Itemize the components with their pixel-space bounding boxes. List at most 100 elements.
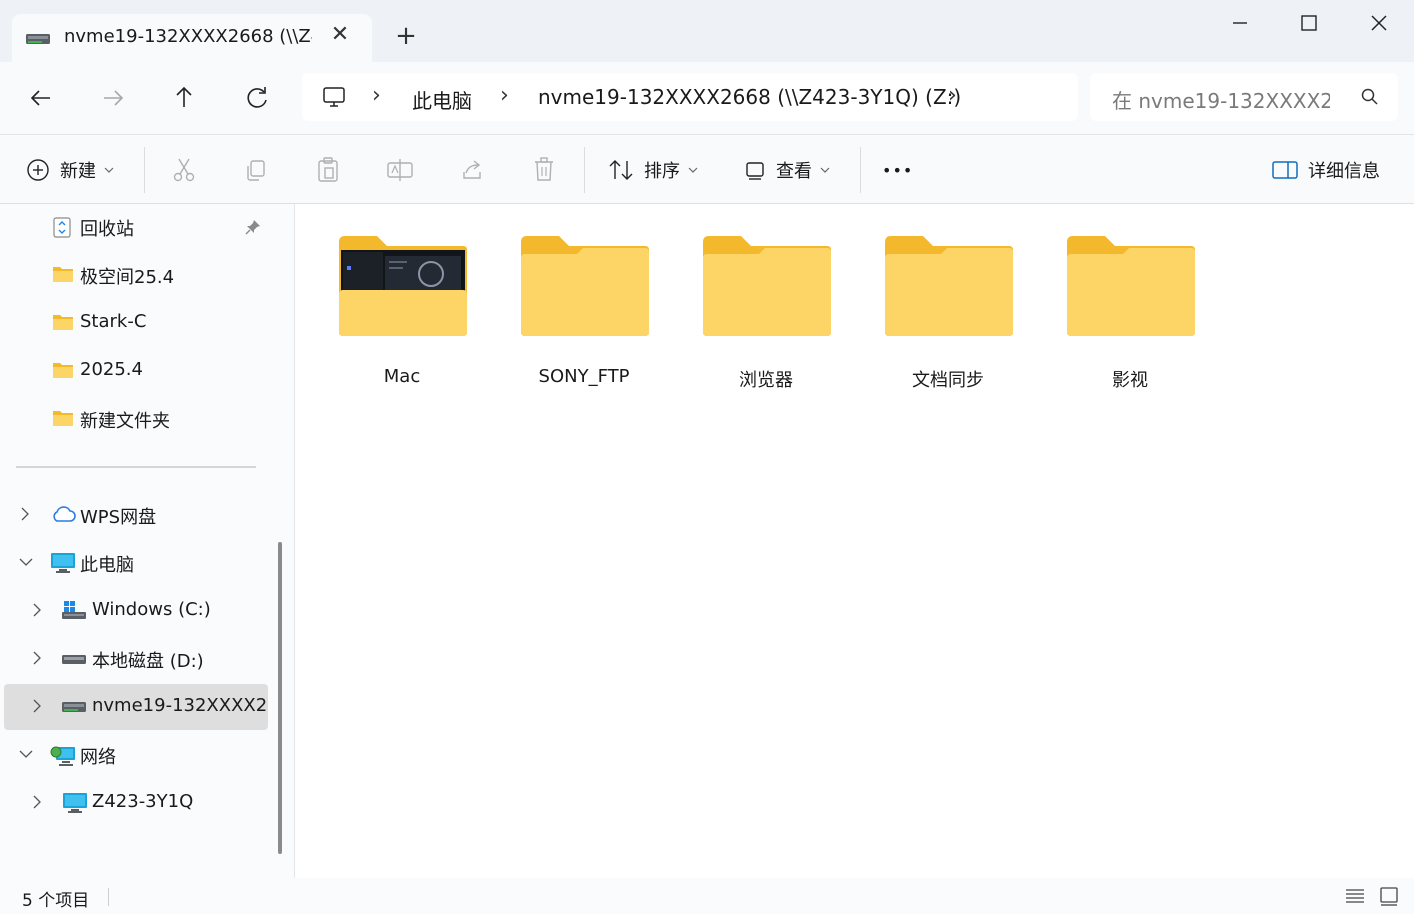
folder-item[interactable]: 影视: [1055, 234, 1205, 414]
view-button[interactable]: 查看: [744, 135, 830, 205]
address-bar[interactable]: › 此电脑 › nvme19-132XXXX2668 (\\Z423-3Y1Q)…: [302, 73, 1078, 121]
up-button[interactable]: [165, 80, 203, 116]
back-arrow-icon: [30, 90, 50, 106]
folder-icon: [521, 236, 649, 336]
view-label: 查看: [776, 161, 812, 182]
computer-icon: [50, 552, 76, 578]
command-bar: 新建 排序 查看 ••• 详细信息: [0, 134, 1414, 204]
chevron-right-icon[interactable]: [30, 794, 44, 814]
sidebar-item-label: 此电脑: [80, 555, 134, 576]
pin-icon[interactable]: [244, 218, 262, 240]
chevron-down-icon[interactable]: [18, 554, 34, 573]
title-bar: nvme19-132XXXX2668 (\\Z423-3Y1Q) (Z:) ✕ …: [0, 0, 1414, 62]
details-label: 详细信息: [1308, 161, 1380, 182]
sidebar-item-folder[interactable]: 新建文件夹: [0, 396, 268, 442]
breadcrumb-chevron-icon[interactable]: ›: [948, 83, 957, 108]
folder-name: SONY_FTP: [538, 366, 630, 387]
cut-button[interactable]: [172, 135, 196, 205]
search-input[interactable]: 在 nvme19-132XXXX2668 (\\Z423-3Y1Q) (Z:) …: [1112, 85, 1330, 114]
tile-view-icon: [1380, 887, 1398, 906]
sidebar-item-folder[interactable]: 极空间25.4: [0, 252, 268, 298]
back-button[interactable]: [22, 80, 60, 116]
copy-button[interactable]: [244, 135, 268, 205]
folder-item[interactable]: Mac: [327, 234, 477, 414]
sidebar-item-folder[interactable]: Stark-C: [0, 300, 268, 346]
breadcrumb-this-pc[interactable]: 此电脑: [412, 85, 472, 114]
folder-icon: [52, 264, 74, 288]
folder-item[interactable]: 文档同步: [873, 234, 1023, 414]
trash-icon: [535, 157, 553, 181]
sidebar-item-drive-c[interactable]: Windows (C:): [0, 588, 268, 634]
sidebar-scrollbar[interactable]: [278, 542, 282, 854]
breadcrumb-chevron-icon[interactable]: ›: [372, 83, 381, 108]
close-tab-icon[interactable]: ✕: [326, 22, 354, 50]
folder-icon: [339, 236, 467, 336]
close-window-button[interactable]: [1356, 6, 1402, 40]
details-pane-button[interactable]: 详细信息: [1272, 135, 1380, 205]
new-button[interactable]: 新建: [26, 135, 114, 205]
breadcrumb-chevron-icon[interactable]: ›: [500, 83, 509, 108]
folder-icon: [52, 312, 74, 336]
new-label: 新建: [60, 161, 96, 182]
chevron-right-icon[interactable]: [18, 506, 32, 526]
folder-item[interactable]: SONY_FTP: [509, 234, 659, 414]
sidebar-item-label: Stark-C: [80, 311, 147, 332]
sidebar-item-folder[interactable]: 2025.4: [0, 348, 268, 394]
refresh-button[interactable]: [238, 80, 276, 116]
delete-button[interactable]: [532, 135, 556, 205]
toolbar-divider: [860, 147, 861, 193]
sidebar-item-drive-d[interactable]: 本地磁盘 (D:): [0, 636, 268, 682]
large-icons-view-button[interactable]: [1378, 886, 1400, 910]
chevron-down-icon: [104, 167, 114, 173]
view-icon: [746, 162, 764, 180]
sidebar-item-label: WPS网盘: [80, 507, 157, 528]
status-bar: 5 个项目: [0, 878, 1414, 914]
sidebar-item-network[interactable]: 网络: [0, 732, 268, 778]
network-drive-icon: [62, 696, 86, 720]
folder-icon: [885, 236, 1013, 336]
sidebar-item-z423[interactable]: Z423-3Y1Q: [0, 780, 268, 826]
search-box[interactable]: 在 nvme19-132XXXX2668 (\\Z423-3Y1Q) (Z:) …: [1090, 73, 1398, 121]
sidebar-item-network-drive[interactable]: nvme19-132XXXX2668 (\\Z423-3Y1Q) (Z:): [4, 684, 268, 730]
chevron-right-icon[interactable]: [30, 650, 44, 670]
folder-name: 文档同步: [912, 370, 984, 391]
details-pane-icon: [1272, 161, 1298, 179]
sort-button[interactable]: 排序: [608, 135, 698, 205]
more-icon: •••: [882, 160, 914, 180]
forward-button[interactable]: [94, 80, 132, 116]
rename-button[interactable]: [387, 135, 413, 205]
search-icon[interactable]: [1360, 87, 1380, 111]
folder-icon: [1067, 236, 1195, 336]
paste-button[interactable]: [316, 135, 340, 205]
chevron-right-icon[interactable]: [30, 698, 44, 718]
sidebar-item-this-pc[interactable]: 此电脑: [0, 540, 268, 586]
folder-icon: [52, 408, 74, 432]
cloud-icon: [50, 504, 76, 528]
new-tab-button[interactable]: +: [392, 22, 420, 50]
share-button[interactable]: [460, 135, 484, 205]
rename-icon: [387, 159, 413, 181]
more-options-button[interactable]: •••: [882, 135, 913, 205]
navigation-pane: 回收站 极空间25.4 Stark-C 2025.4 新建文件夹 WPS网盘 此…: [0, 204, 294, 878]
folder-item[interactable]: 浏览器: [691, 234, 841, 414]
maximize-button[interactable]: [1286, 6, 1332, 40]
folder-icon: [52, 360, 74, 384]
details-view-button[interactable]: [1344, 886, 1366, 910]
folder-name: Mac: [383, 366, 421, 387]
chevron-down-icon: [688, 167, 698, 173]
chevron-right-icon[interactable]: [30, 602, 44, 622]
breadcrumb-current-drive[interactable]: nvme19-132XXXX2668 (\\Z423-3Y1Q) (Z:): [538, 85, 961, 109]
minimize-button[interactable]: [1216, 6, 1262, 40]
clipboard-icon: [318, 157, 338, 182]
windows-drive-icon: [62, 600, 86, 624]
sidebar-item-wps-cloud[interactable]: WPS网盘: [0, 492, 268, 538]
tab-current[interactable]: nvme19-132XXXX2668 (\\Z423-3Y1Q) (Z:) ✕: [12, 14, 372, 62]
computer-icon[interactable]: [322, 85, 346, 113]
up-arrow-icon: [176, 86, 192, 107]
file-list: Mac SONY_FTP 浏览器 文档同步 影视: [294, 204, 1414, 878]
sidebar-item-recycle-bin[interactable]: 回收站: [0, 204, 268, 250]
chevron-down-icon[interactable]: [18, 746, 34, 765]
navigation-bar: › 此电脑 › nvme19-132XXXX2668 (\\Z423-3Y1Q)…: [0, 62, 1414, 134]
forward-arrow-icon: [104, 90, 124, 106]
sort-label: 排序: [644, 161, 680, 182]
